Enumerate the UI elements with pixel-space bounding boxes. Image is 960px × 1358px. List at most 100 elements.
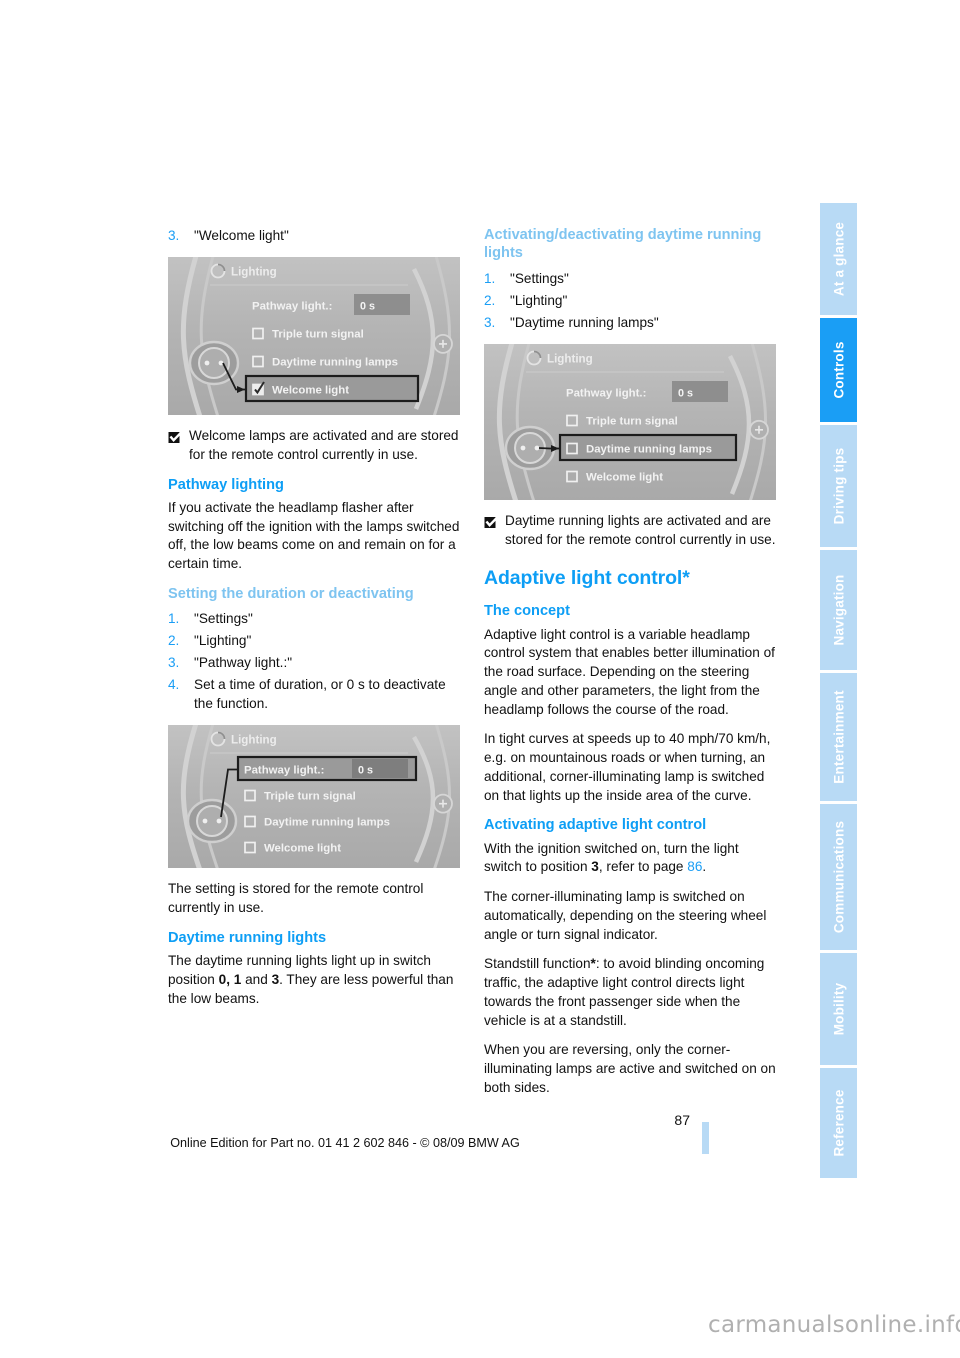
manual-page: At a glance Controls Driving tips Navigatio…	[0, 0, 960, 1358]
checkmark-note-icon	[168, 428, 185, 444]
daytime-text-2: and	[241, 972, 272, 988]
standstill-function-label: Standstill function	[484, 956, 591, 972]
svg-text:Lighting: Lighting	[231, 734, 277, 747]
idrive-screenshot-daytime-lamps: Lighting Pathway light.: 0 s Triple turn si…	[484, 343, 776, 500]
step-list-setting-duration: 1. "Settings" 2. "Lighting" 3. "Pathway light…	[168, 609, 460, 713]
step-text: "Welcome light"	[194, 228, 289, 243]
paragraph-pathway-lighting: If you activate the headlamp flasher aft…	[168, 499, 460, 572]
subheading-the-concept: The concept	[484, 603, 570, 620]
page-reference-link[interactable]: 86	[687, 859, 702, 874]
daytime-switch-positions: 0, 1	[218, 972, 242, 988]
sidebar-tab-controls[interactable]: Controls	[820, 318, 857, 422]
sidebar-tab-entertainment[interactable]: Entertainment	[820, 673, 857, 801]
paragraph-adaptive-1: With the ignition switched on, turn the …	[484, 840, 776, 878]
svg-text:Pathway light.:: Pathway light.:	[566, 387, 646, 399]
step-number: 4.	[168, 677, 180, 693]
step-list-welcome-light: 3. "Welcome light"	[168, 226, 460, 245]
sidebar-tab-label: Controls	[831, 341, 846, 399]
step-text: Set a time of duration, or 0 s to deacti…	[194, 677, 446, 712]
page-number: 87	[674, 1112, 690, 1128]
svg-text:Daytime running lamps: Daytime running lamps	[586, 443, 712, 455]
subheading-activating-daytime: Activating/deactivating daytime running …	[484, 227, 762, 262]
sidebar-tab-driving-tips[interactable]: Driving tips	[820, 425, 857, 547]
step-text: "Settings"	[194, 611, 253, 627]
note-daytime-running-lights: Daytime running lights are activated and…	[484, 512, 776, 550]
idrive-screenshot-pathway-light: Lighting Pathway light.: 0 s Triple turn si…	[168, 725, 460, 869]
step-text: "Pathway light.:"	[194, 655, 293, 671]
step-number: 3.	[168, 228, 180, 243]
sidebar-tab-at-a-glance[interactable]: At a glance	[820, 203, 857, 315]
list-item: 4. Set a time of duration, or 0 s to deac…	[168, 675, 460, 713]
svg-text:Daytime running lamps: Daytime running lamps	[264, 817, 390, 829]
note-text: Daytime running lights are activated and…	[505, 512, 776, 547]
subheading-activating-adaptive: Activating adaptive light control	[484, 817, 707, 834]
paragraph-concept-2: In tight curves at speeds up to 40 mph/7…	[484, 731, 771, 803]
list-item: 1. "Settings"	[484, 269, 776, 288]
svg-text:Lighting: Lighting	[547, 352, 593, 365]
svg-text:Triple turn signal: Triple turn signal	[272, 329, 364, 341]
svg-text:Pathway light.:: Pathway light.:	[244, 765, 324, 777]
list-item: 3. "Welcome light"	[168, 226, 460, 245]
step-number: 1.	[168, 611, 180, 627]
sidebar-tab-navigation[interactable]: Navigation	[820, 550, 857, 670]
sidebar-tab-label: Driving tips	[831, 447, 846, 525]
sidebar-tab-label: At a glance	[831, 221, 846, 297]
svg-text:0 s: 0 s	[678, 387, 693, 399]
list-item: 2. "Lighting"	[168, 631, 460, 650]
subheading-setting-duration: Setting the duration or deactivating	[168, 585, 414, 602]
step-list-activating-daytime: 1. "Settings" 2. "Lighting" 3. "Daytime runni…	[484, 269, 776, 332]
step-text: "Lighting"	[510, 292, 568, 308]
site-watermark: carmanualsonline.info	[708, 1312, 960, 1338]
step-text: "Settings"	[510, 270, 569, 286]
sidebar-tab-label: Communications	[831, 820, 846, 934]
step-number: 3.	[168, 655, 180, 671]
step-number: 2.	[484, 292, 496, 308]
edition-line: Online Edition for Part no. 01 41 2 602 …	[170, 1136, 520, 1150]
sidebar-tab-label: Mobility	[831, 982, 846, 1036]
heading-adaptive-light-control: Adaptive light control*	[484, 567, 690, 590]
page-footer: 87 Online Edition for Part no. 01 41 2 6…	[0, 1112, 960, 1162]
svg-text:Welcome light: Welcome light	[586, 471, 663, 483]
list-item: 2. "Lighting"	[484, 291, 776, 310]
svg-text:0 s: 0 s	[358, 765, 373, 777]
checkmark-note-icon	[484, 513, 501, 528]
note-welcome-lamps: Welcome lamps are activated and are stor…	[168, 427, 460, 465]
sidebar-tab-mobility[interactable]: Mobility	[820, 953, 857, 1065]
paragraph-adaptive-4: When you are reversing, only the corner-…	[484, 1042, 776, 1095]
sidebar-tab-label: Navigation	[831, 574, 846, 646]
step-number: 2.	[168, 633, 180, 649]
adaptive-text-1c: .	[702, 859, 707, 875]
paragraph-setting-stored: The setting is stored for the remote con…	[168, 881, 424, 916]
svg-text:Welcome light: Welcome light	[272, 385, 349, 397]
footer-accent-bar	[702, 1122, 709, 1154]
svg-text:Lighting: Lighting	[231, 266, 277, 279]
list-item: 1. "Settings"	[168, 609, 460, 628]
idrive-screenshot-welcome-light: Lighting Pathway light.: 0 s Triple turn si…	[168, 257, 460, 416]
list-item: 3. "Pathway light.:"	[168, 653, 460, 672]
svg-text:Triple turn signal: Triple turn signal	[586, 415, 678, 427]
adaptive-switch-position: 3	[591, 859, 599, 875]
paragraph-adaptive-2: The corner-illuminating lamp is switched…	[484, 889, 767, 942]
paragraph-concept-1: Adaptive light control is a variable hea…	[484, 626, 775, 717]
daytime-switch-position-3: 3	[271, 972, 280, 988]
step-text: "Lighting"	[194, 633, 252, 649]
svg-text:0 s: 0 s	[360, 301, 375, 313]
step-text: "Daytime running lamps"	[510, 314, 659, 330]
svg-text:Welcome light: Welcome light	[264, 843, 341, 855]
heading-pathway-lighting: Pathway lighting	[168, 476, 284, 493]
heading-daytime-running-lights: Daytime running lights	[168, 929, 327, 946]
sidebar-tab-communications[interactable]: Communications	[820, 804, 857, 950]
right-column: Activating/deactivating daytime running …	[484, 226, 776, 1109]
step-number: 3.	[484, 314, 496, 330]
note-text: Welcome lamps are activated and are stor…	[189, 428, 459, 462]
step-number: 1.	[484, 270, 496, 286]
sidebar-tab-label: Entertainment	[831, 690, 846, 784]
left-column: 3. "Welcome light" Lighting Pathway light.…	[168, 226, 460, 1020]
svg-text:Triple turn signal: Triple turn signal	[264, 791, 356, 803]
paragraph-adaptive-3: Standstill function*: to avoid blinding …	[484, 955, 776, 1030]
paragraph-daytime-running-lights: The daytime running lights light up in s…	[168, 952, 460, 1008]
adaptive-text-1b: , refer to page	[598, 859, 688, 875]
svg-text:Daytime running lamps: Daytime running lamps	[272, 357, 398, 369]
list-item: 3. "Daytime running lamps"	[484, 313, 776, 332]
svg-text:Pathway light.:: Pathway light.:	[252, 301, 332, 313]
